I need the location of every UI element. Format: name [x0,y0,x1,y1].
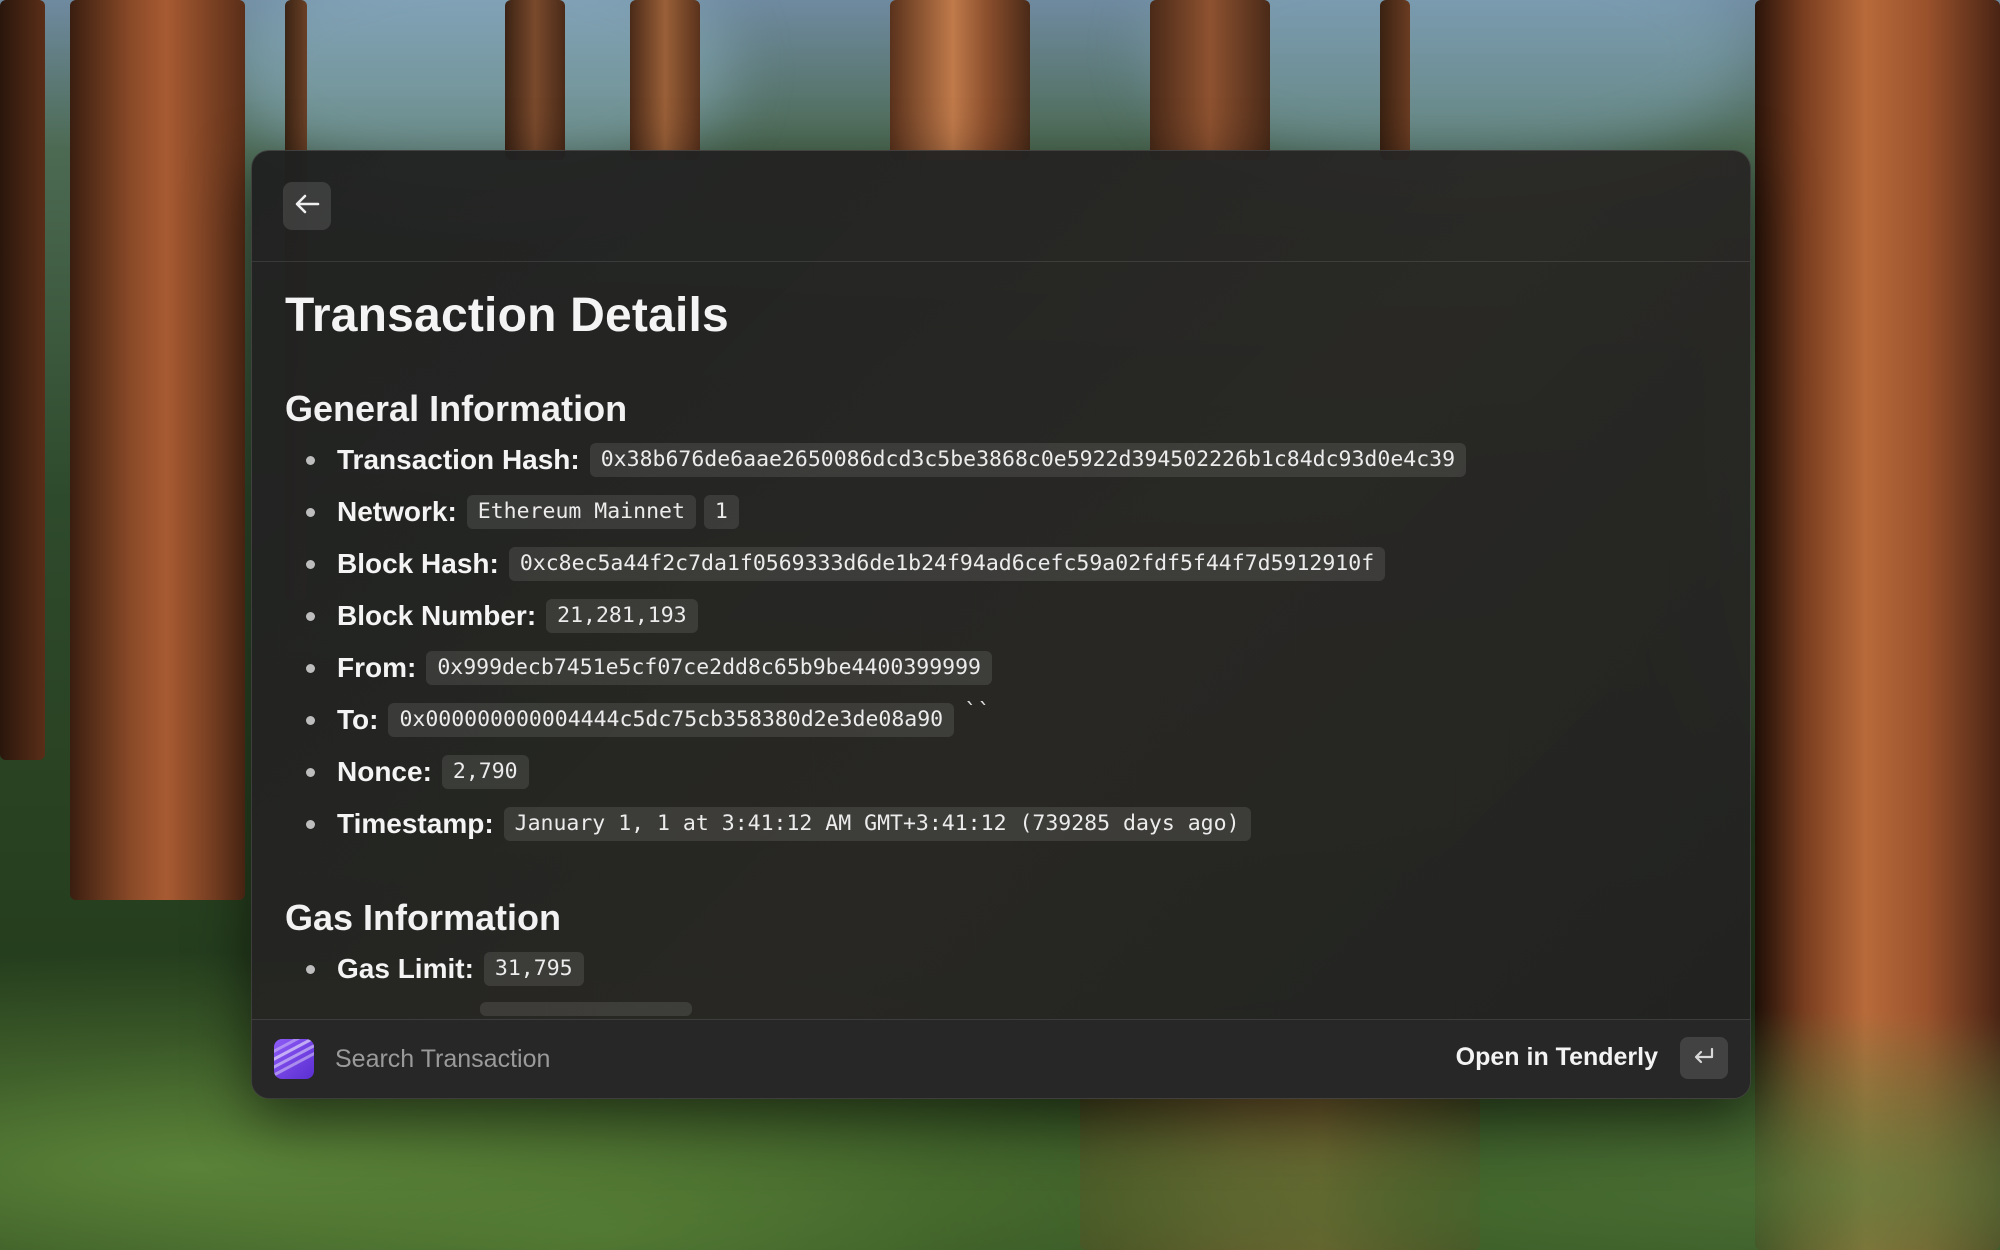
block-hash-value: 0xc8ec5a44f2c7da1f0569333d6de1b24f94ad6c… [508,547,1386,581]
bullet [306,611,315,621]
page-title: Transaction Details [285,289,729,342]
tenderly-app-icon [274,1039,314,1079]
bullet [306,663,315,673]
field-network: Network: Ethereum Mainnet 1 [306,492,747,532]
field-label: Block Number: [337,600,537,631]
from-address-value: 0x999decb7451e5cf07ce2dd8c65b9be44003999… [426,651,992,685]
field-label: Block Hash: [337,548,499,579]
timestamp-value: January 1, 1 at 3:41:12 AM GMT+3:41:12 (… [503,807,1251,841]
top-bar [252,151,1750,262]
field-label: Timestamp: [337,808,494,839]
chain-id-value: 1 [703,495,739,529]
bullet [306,507,315,517]
bullet [306,767,315,777]
bullet [306,819,315,829]
bullet [306,964,315,974]
field-label: Nonce: [337,756,432,787]
field-label: Transaction Hash: [337,444,580,475]
clipped-value-chip [480,1002,692,1016]
field-to: To: 0x000000000004444c5dc75cb358380d2e3d… [306,700,991,740]
to-address-value: 0x000000000004444c5dc75cb358380d2e3de08a… [388,703,955,737]
search-input[interactable] [335,1042,1035,1076]
arrow-left-icon [294,193,320,220]
enter-key-button[interactable] [1680,1037,1728,1079]
field-transaction-hash: Transaction Hash: 0x38b676de6aae2650086d… [306,440,1474,480]
section-heading-gas: Gas Information [285,897,562,938]
bullet [306,455,315,465]
open-in-tenderly-button[interactable]: Open in Tenderly [1456,1043,1658,1072]
field-label: Gas Limit: [337,953,474,984]
bullet [306,715,315,725]
transaction-hash-value: 0x38b676de6aae2650086dcd3c5be3868c0e5922… [589,443,1467,477]
bottom-action-bar: Open in Tenderly [252,1019,1750,1098]
field-gas-limit: Gas Limit: 31,795 [306,949,592,989]
transaction-details-window: Transaction Details General Information … [251,150,1751,1099]
field-block-number: Block Number: 21,281,193 [306,596,706,636]
field-label: Network: [337,496,457,527]
field-timestamp: Timestamp: January 1, 1 at 3:41:12 AM GM… [306,804,1259,844]
details-content: Transaction Details General Information … [252,262,1750,1098]
field-label: To: [337,704,379,735]
field-label: From: [337,652,417,683]
return-key-icon [1692,1047,1716,1070]
section-heading-general: General Information [285,388,628,429]
field-block-hash: Block Hash: 0xc8ec5a44f2c7da1f0569333d6d… [306,544,1393,584]
network-value: Ethereum Mainnet [466,495,696,529]
nonce-value: 2,790 [441,755,529,789]
back-button[interactable] [283,182,331,230]
block-number-value: 21,281,193 [546,599,698,633]
gas-limit-value: 31,795 [483,952,584,986]
field-nonce: Nonce: 2,790 [306,752,537,792]
to-trailing-text: `` [964,699,991,725]
field-from: From: 0x999decb7451e5cf07ce2dd8c65b9be44… [306,648,1000,688]
bullet [306,559,315,569]
